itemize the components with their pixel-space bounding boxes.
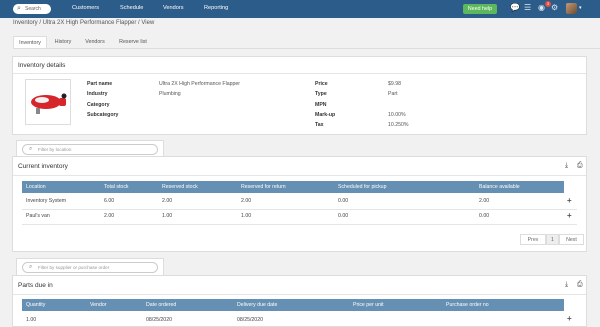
col-reserved-stock: Reserved stock (162, 184, 198, 190)
search-icon: ⌕ (29, 146, 33, 152)
location-filter-input[interactable]: ⌕ Filter by location (22, 144, 158, 155)
cell-scheduled-pickup: 0.00 (338, 198, 349, 204)
row-divider (22, 209, 577, 210)
add-row-button[interactable]: + (567, 314, 572, 323)
search-box[interactable]: ⌕ Search (13, 4, 51, 14)
nav-schedule[interactable]: Schedule (120, 5, 143, 11)
subcategory-label: Subcategory (87, 112, 119, 118)
divider (13, 294, 586, 295)
tab-vendors[interactable]: Vendors (80, 36, 110, 48)
col-total-stock: Total stock (104, 184, 129, 190)
tab-inventory[interactable]: Inventory (13, 36, 47, 48)
col-purchase-order: Purchase order no (446, 302, 489, 308)
cell-reserved-return: 2.00 (241, 198, 252, 204)
col-date-ordered: Date ordered (146, 302, 177, 308)
tax-value: 10.250% (388, 122, 409, 128)
divider (13, 175, 586, 176)
markup-value: 10.00% (388, 112, 406, 118)
add-row-button[interactable]: + (567, 211, 572, 220)
search-icon: ⌕ (17, 5, 21, 12)
inventory-table-header: Location Total stock Reserved stock Rese… (22, 181, 564, 193)
cell-total-stock: 2.00 (104, 213, 115, 219)
part-name-label: Part name (87, 81, 113, 87)
col-location: Location (26, 184, 46, 190)
cell-date-ordered: 08/25/2020 (146, 317, 172, 323)
industry-value: Plumbing (159, 91, 181, 97)
chevron-down-icon[interactable]: ▾ (579, 5, 582, 11)
avatar[interactable] (566, 3, 577, 14)
nav-vendors[interactable]: Vendors (163, 5, 184, 11)
pager-page[interactable]: 1 (546, 234, 559, 245)
list-icon[interactable]: ☰ (524, 3, 531, 13)
chat-icon[interactable]: 💬 (510, 3, 520, 13)
nav-reporting[interactable]: Reporting (204, 5, 228, 11)
col-scheduled-pickup: Scheduled for pickup (338, 184, 387, 190)
need-help-button[interactable]: Need help (463, 4, 497, 14)
cell-balance-available: 0.00 (479, 213, 490, 219)
location-filter-placeholder: Filter by location (38, 147, 72, 152)
download-icon[interactable]: ⤓ (565, 281, 568, 289)
cell-reserved-stock: 2.00 (162, 198, 173, 204)
part-name-value: Ultra 2X High Performance Flapper (159, 81, 241, 87)
inventory-details-title: Inventory details (18, 62, 66, 69)
print-icon[interactable]: ⎙ (577, 162, 583, 170)
supplier-filter-placeholder: Filter by supplier or purchase order (38, 265, 110, 270)
parts-table-header: Quantity Vendor Date ordered Delivery du… (22, 299, 564, 311)
cell-reserved-stock: 1.00 (162, 213, 173, 219)
col-price-per-unit: Price per unit (353, 302, 384, 308)
divider (13, 73, 586, 74)
col-reserved-return: Reserved for return (241, 184, 286, 190)
search-icon: ⌕ (29, 264, 33, 270)
parts-due-title: Parts due in (18, 282, 53, 289)
nav-customers[interactable]: Customers (72, 5, 99, 11)
current-inventory-panel: Current inventory ⤓ ⎙ Location Total sto… (12, 156, 587, 252)
supplier-filter-input[interactable]: ⌕ Filter by supplier or purchase order (22, 262, 158, 273)
cell-total-stock: 6.00 (104, 198, 115, 204)
row-divider (22, 224, 577, 225)
price-value: $9.98 (388, 81, 401, 87)
cell-scheduled-pickup: 0.00 (338, 213, 349, 219)
col-quantity: Quantity (26, 302, 46, 308)
tab-history[interactable]: History (50, 36, 76, 48)
category-label: Category (87, 102, 110, 108)
part-image (25, 79, 71, 125)
search-label: Search (25, 6, 41, 12)
breadcrumb: Inventory / Ultra 2X High Performance Fl… (13, 20, 155, 26)
current-inventory-title: Current inventory (18, 163, 68, 170)
cell-location: Paul's van (26, 213, 50, 219)
inventory-details-panel: Inventory details Part name Ultra 2X Hig… (12, 56, 587, 135)
industry-label: Industry (87, 91, 108, 97)
type-label: Type (315, 91, 327, 97)
top-navbar: ⌕ Search Customers Schedule Vendors Repo… (0, 0, 600, 18)
pager-next[interactable]: Next (559, 234, 584, 245)
cell-location: Inventory System (26, 198, 67, 204)
cell-quantity: 1.00 (26, 317, 37, 323)
gear-icon[interactable]: ⚙ (551, 3, 558, 13)
col-delivery-due: Delivery due date (237, 302, 278, 308)
col-vendor: Vendor (90, 302, 107, 308)
add-row-button[interactable]: + (567, 196, 572, 205)
cell-delivery-due: 08/25/2020 (237, 317, 263, 323)
mpn-label: MPN (315, 102, 327, 108)
price-label: Price (315, 81, 328, 87)
pager-prev[interactable]: Prev (520, 234, 546, 245)
col-balance-available: Balance available (479, 184, 520, 190)
parts-due-panel: Parts due in ⤓ ⎙ Quantity Vendor Date or… (12, 275, 587, 327)
download-icon[interactable]: ⤓ (565, 162, 568, 170)
tax-label: Tax (315, 122, 324, 128)
cell-reserved-return: 1.00 (241, 213, 252, 219)
type-value: Part (388, 91, 398, 97)
cell-balance-available: 2.00 (479, 198, 490, 204)
print-icon[interactable]: ⎙ (577, 281, 583, 289)
markup-label: Mark-up (315, 112, 336, 118)
tab-reserve-list[interactable]: Reserve list (113, 36, 153, 48)
tabs-divider (13, 48, 600, 49)
notifications-icon[interactable]: ◉ (538, 3, 545, 13)
